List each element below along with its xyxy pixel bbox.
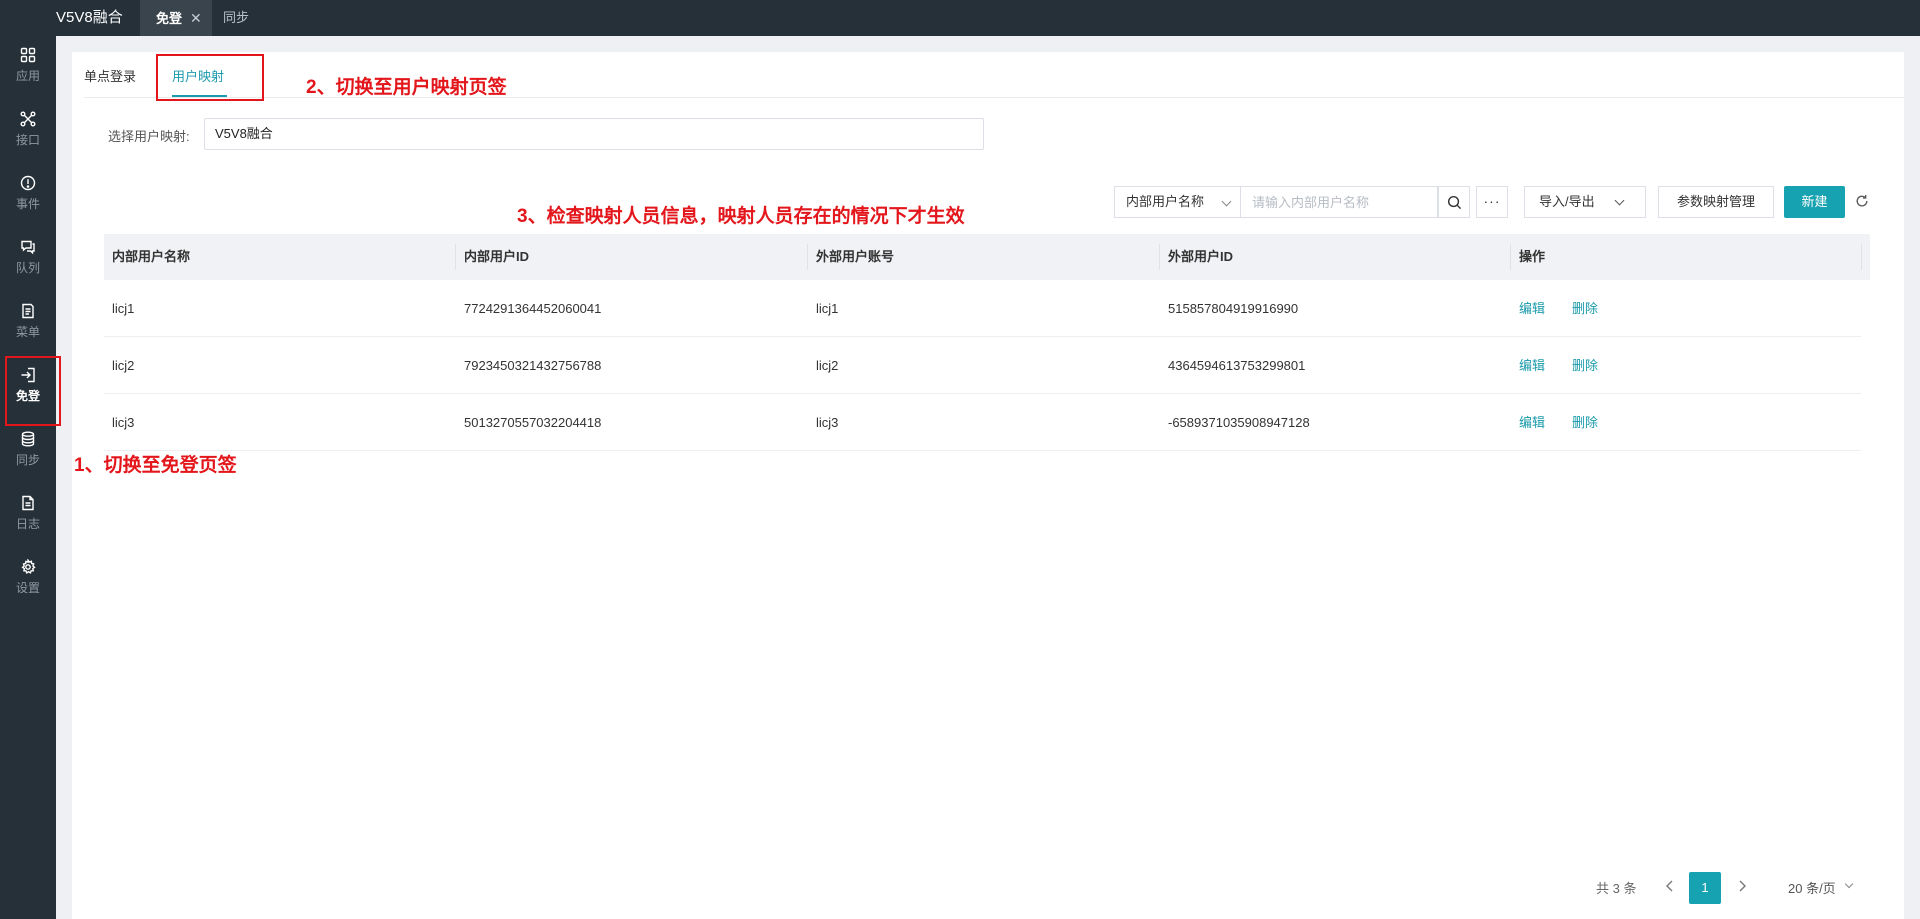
menu-doc-icon <box>22 303 34 319</box>
table-row: licj3 5013270557032204418 licj3 -6589371… <box>104 394 1861 451</box>
cell-external-id: 515857804919916990 <box>1168 301 1299 316</box>
table-header: 内部用户名称 内部用户ID 外部用户账号 外部用户ID 操作 <box>104 234 1870 280</box>
filter-field-label: 内部用户名称 <box>1126 194 1205 209</box>
cell-internal-name: licj3 <box>112 415 135 430</box>
tab-miandeng[interactable]: 免登 ✕ <box>140 0 212 36</box>
column-divider <box>1861 244 1862 270</box>
annotation-box-miandeng <box>5 356 61 426</box>
column-divider <box>1159 244 1160 270</box>
sidebar-item-label: 应用 <box>15 69 40 83</box>
column-header: 内部用户名称 <box>112 249 191 264</box>
annotation-step-2: 2、切换至用户映射页签 <box>306 77 507 98</box>
top-bar: V5V8融合 免登 ✕ 同步 <box>0 0 1920 36</box>
chevron-down-icon <box>1614 195 1625 206</box>
delete-link[interactable]: 删除 <box>1572 337 1598 394</box>
page-size-label: 20 条/页 <box>1788 881 1836 896</box>
column-divider <box>807 244 808 270</box>
sidebar-item-label: 设置 <box>15 581 40 595</box>
sidebar-item-log[interactable]: 日志 <box>0 484 56 548</box>
edit-link[interactable]: 编辑 <box>1519 337 1545 394</box>
cell-external-id: -6589371035908947128 <box>1168 415 1310 430</box>
delete-link[interactable]: 删除 <box>1572 394 1598 451</box>
import-export-button[interactable]: 导入/导出 <box>1524 186 1646 218</box>
sidebar-item-settings[interactable]: 设置 <box>0 548 56 612</box>
sidebar-item-apps[interactable]: 应用 <box>0 36 56 100</box>
cell-external-account: licj1 <box>816 301 839 316</box>
interface-icon <box>20 111 36 127</box>
sidebar-item-interface[interactable]: 接口 <box>0 100 56 164</box>
cell-external-account: licj3 <box>816 415 839 430</box>
tab-label: 免登 <box>156 11 183 26</box>
sidebar-item-label: 菜单 <box>15 325 40 339</box>
tab-tongbu[interactable]: 同步 <box>223 0 249 36</box>
page-size-select[interactable]: 20 条/页 <box>1788 878 1854 897</box>
edit-link[interactable]: 编辑 <box>1519 280 1545 337</box>
mapping-select-label: 选择用户映射: <box>108 129 190 144</box>
tab-single-sign-on[interactable]: 单点登录 <box>84 66 136 85</box>
search-button[interactable] <box>1438 186 1470 218</box>
refresh-icon[interactable] <box>1855 194 1869 211</box>
sidebar-item-menu[interactable]: 菜单 <box>0 292 56 356</box>
log-icon <box>22 495 34 511</box>
annotation-step-3: 3、检查映射人员信息，映射人员存在的情况下才生效 <box>517 206 965 227</box>
sidebar-item-label: 事件 <box>15 197 40 211</box>
cell-internal-id: 5013270557032204418 <box>464 415 602 430</box>
annotation-step-1: 1、切换至免登页签 <box>74 455 237 476</box>
cell-internal-id: 7724291364452060041 <box>464 301 602 316</box>
gear-icon <box>21 559 36 574</box>
app-title: V5V8融合 <box>56 9 123 26</box>
column-divider <box>1510 244 1511 270</box>
cell-external-account: licj2 <box>816 358 839 373</box>
cell-internal-id: 7923450321432756788 <box>464 358 602 373</box>
table-row: licj1 7724291364452060041 licj1 51585780… <box>104 280 1861 337</box>
chevron-left-icon[interactable] <box>1660 876 1680 896</box>
sidebar-item-label: 接口 <box>15 133 40 147</box>
table-row: licj2 7923450321432756788 licj2 43645946… <box>104 337 1861 394</box>
chevron-down-icon <box>1221 196 1232 207</box>
alert-icon <box>20 175 36 191</box>
annotation-box-user-mapping <box>156 54 264 101</box>
column-header: 外部用户ID <box>1168 249 1234 264</box>
page-number-current[interactable]: 1 <box>1689 872 1721 904</box>
sidebar-item-label: 日志 <box>15 517 40 531</box>
search-input[interactable] <box>1240 186 1438 218</box>
queue-icon <box>21 240 35 255</box>
cell-external-id: 4364594613753299801 <box>1168 358 1306 373</box>
close-icon[interactable]: ✕ <box>190 0 202 36</box>
sidebar-item-label: 队列 <box>15 261 40 275</box>
filter-field-select[interactable]: 内部用户名称 <box>1114 186 1240 218</box>
more-button[interactable]: ··· <box>1476 186 1508 218</box>
sidebar-item-label: 同步 <box>15 453 40 467</box>
column-header: 外部用户账号 <box>816 249 895 264</box>
new-button[interactable]: 新建 <box>1784 186 1845 218</box>
column-header: 内部用户ID <box>464 249 530 264</box>
mapping-select[interactable]: V5V8融合 <box>204 118 984 150</box>
column-header: 操作 <box>1519 249 1546 264</box>
main-content: 单点登录 用户映射 选择用户映射: V5V8融合 内部用户名称 ··· 导入/导… <box>72 52 1904 919</box>
import-export-label: 导入/导出 <box>1539 194 1595 209</box>
delete-link[interactable]: 删除 <box>1572 280 1598 337</box>
chevron-down-icon <box>1844 879 1853 889</box>
edit-link[interactable]: 编辑 <box>1519 394 1545 451</box>
chevron-right-icon[interactable] <box>1732 876 1752 896</box>
pagination-total: 共 3 条 <box>1596 881 1637 896</box>
sidebar-item-sync[interactable]: 同步 <box>0 420 56 484</box>
param-mapping-button[interactable]: 参数映射管理 <box>1658 186 1774 218</box>
sidebar: 应用 接口 事件 队列 菜单 免登 同步 日志 设置 <box>0 36 56 919</box>
column-divider <box>455 244 456 270</box>
sidebar-item-queue[interactable]: 队列 <box>0 228 56 292</box>
database-icon <box>21 431 35 447</box>
grid-icon <box>20 47 36 63</box>
search-icon <box>1447 195 1461 210</box>
user-mapping-table: 内部用户名称 内部用户ID 外部用户账号 外部用户ID 操作 licj1 772… <box>104 234 1870 451</box>
cell-internal-name: licj1 <box>112 301 135 316</box>
sidebar-item-events[interactable]: 事件 <box>0 164 56 228</box>
cell-internal-name: licj2 <box>112 358 135 373</box>
